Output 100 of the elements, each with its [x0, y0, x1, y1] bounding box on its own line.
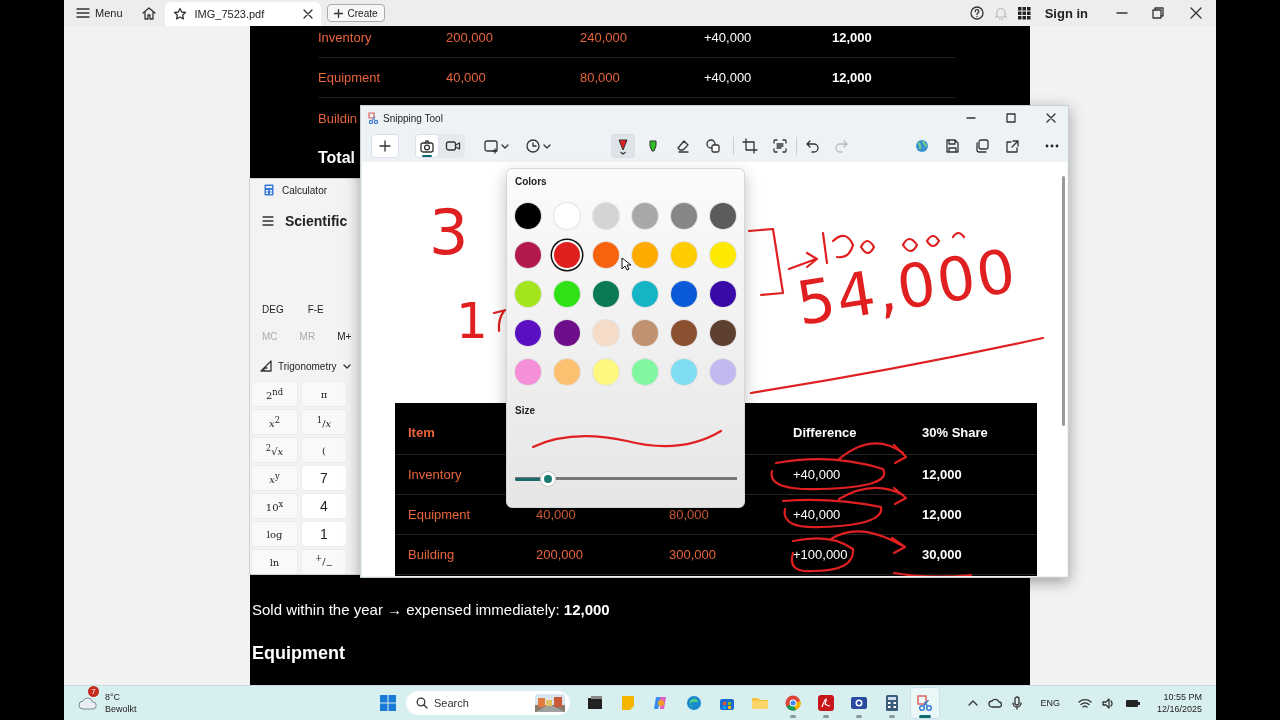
column-header: Item [408, 425, 435, 440]
angle-unit-button[interactable]: DEG [262, 303, 284, 315]
browser-tab[interactable]: IMG_7523.pdf [164, 2, 321, 26]
undo-icon[interactable] [805, 138, 821, 154]
color-swatch[interactable] [710, 242, 736, 268]
calculator-key[interactable]: 4 [301, 493, 347, 519]
color-swatch[interactable] [632, 281, 658, 307]
calculator-key[interactable]: x$^{y}$ [251, 465, 298, 491]
color-swatch[interactable] [671, 281, 697, 307]
color-swatch[interactable] [554, 359, 580, 385]
color-swatch[interactable] [593, 359, 619, 385]
calculator-key[interactable]: ln [251, 549, 298, 574]
color-swatch[interactable] [632, 359, 658, 385]
calculator-key[interactable]: 1 [301, 521, 347, 547]
more-icon[interactable] [1045, 144, 1059, 148]
color-swatch[interactable] [710, 203, 736, 229]
color-swatch[interactable] [515, 203, 541, 229]
weather-condition: Bewolkt [105, 703, 137, 715]
cloud-icon[interactable] [988, 698, 1003, 708]
color-swatch[interactable] [710, 281, 736, 307]
table-cell: 300,000 [669, 547, 716, 562]
paint-palette-icon[interactable] [915, 139, 929, 153]
rectangle-icon [483, 138, 499, 154]
share-icon[interactable] [1005, 139, 1019, 153]
function-menu[interactable]: Trigonometry [260, 353, 351, 379]
color-swatch[interactable] [593, 203, 619, 229]
calculator-key[interactable]: ( [301, 437, 347, 463]
color-swatch[interactable] [593, 281, 619, 307]
screenshot-mode-button[interactable] [415, 134, 439, 158]
panel-heading: Size [515, 405, 535, 416]
volume-icon[interactable] [1101, 697, 1115, 709]
pen-tool-button[interactable] [611, 134, 635, 158]
calculator-key[interactable]: $^{1}$/x [301, 409, 347, 435]
color-swatch[interactable] [593, 320, 619, 346]
help-icon[interactable] [969, 6, 984, 20]
create-button[interactable]: Create [326, 4, 385, 22]
language-indicator[interactable]: ENG [1040, 698, 1060, 708]
cloud-icon [78, 696, 98, 710]
battery-icon[interactable] [1124, 698, 1141, 708]
color-swatch[interactable] [515, 281, 541, 307]
text-actions-icon[interactable] [772, 138, 788, 154]
color-swatch[interactable] [710, 359, 736, 385]
copy-icon[interactable] [975, 139, 989, 153]
table-cell: 12,000 [922, 467, 962, 482]
slider-thumb[interactable] [541, 472, 556, 486]
color-swatch[interactable] [554, 242, 580, 268]
calculator-key[interactable]: π [301, 381, 347, 407]
color-swatch[interactable] [671, 242, 697, 268]
color-swatch[interactable] [515, 320, 541, 346]
color-swatch[interactable] [554, 281, 580, 307]
calculator-key[interactable]: x$^{2}$ [251, 409, 298, 435]
wifi-icon[interactable] [1077, 697, 1092, 709]
color-swatch[interactable] [593, 242, 619, 268]
document-paragraph: Sold within the year → expensed immediately: 12,000 [252, 600, 611, 620]
close-icon[interactable] [1046, 113, 1056, 123]
color-swatch[interactable] [671, 320, 697, 346]
table-cell: 30,000 [922, 547, 962, 562]
browser-icon [685, 694, 703, 712]
triangle-ruler-icon [260, 360, 272, 372]
menu-button[interactable]: Menu [72, 2, 127, 24]
notation-button[interactable]: F-E [307, 303, 324, 315]
color-swatch[interactable] [671, 203, 697, 229]
home-icon[interactable] [140, 5, 157, 21]
microphone-icon[interactable] [1012, 696, 1023, 710]
taskbar-app-button[interactable] [910, 687, 940, 719]
calculator-key[interactable]: 2$^{nd}$ [251, 381, 298, 407]
handwritten-note: 3 [429, 202, 469, 264]
crop-icon[interactable] [742, 138, 758, 154]
close-icon[interactable] [302, 9, 313, 19]
maximize-icon[interactable] [1006, 113, 1016, 123]
color-swatch[interactable] [671, 359, 697, 385]
calculator-key[interactable]: $^{2}$√x [251, 437, 298, 463]
color-swatch[interactable] [515, 242, 541, 268]
table-cell: Equipment [408, 507, 471, 522]
calculator-key[interactable]: $^{+}$/$_{−}$ [301, 549, 347, 574]
eraser-icon [675, 138, 691, 154]
close-icon[interactable] [1190, 7, 1202, 19]
color-swatch[interactable] [710, 320, 736, 346]
chevron-up-icon[interactable] [968, 698, 979, 708]
color-swatch[interactable] [632, 242, 658, 268]
calculator-key[interactable]: 10$^{x}$ [251, 493, 298, 519]
menu-icon[interactable] [262, 216, 274, 226]
start-icon[interactable] [380, 695, 396, 711]
memory-button[interactable]: M+ [337, 330, 352, 342]
color-swatch[interactable] [632, 320, 658, 346]
temperature-label: 8°C [105, 691, 122, 703]
apps-grid-icon[interactable] [1017, 6, 1031, 20]
sign-in-button[interactable]: Sign in [1040, 2, 1092, 24]
color-swatch[interactable] [632, 203, 658, 229]
clock-date[interactable]: 12/16/2025 [1156, 703, 1202, 715]
new-snip-button[interactable] [371, 134, 399, 158]
color-swatch[interactable] [554, 320, 580, 346]
save-icon[interactable] [945, 139, 959, 153]
color-swatch[interactable] [554, 203, 580, 229]
color-swatch[interactable] [515, 359, 541, 385]
calculator-icon [264, 184, 274, 196]
clock-time[interactable]: 10:55 PM [1163, 691, 1202, 703]
restore-icon[interactable] [1152, 7, 1164, 19]
calculator-key[interactable]: 7 [301, 465, 347, 491]
calculator-key[interactable]: log [251, 521, 298, 547]
